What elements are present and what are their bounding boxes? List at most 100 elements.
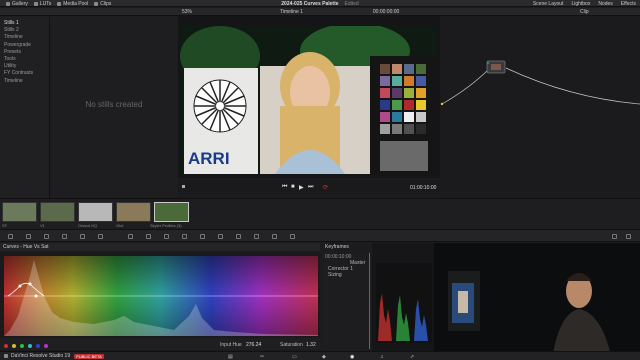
parade-scope-graph	[376, 263, 432, 343]
timeline-name[interactable]: Timeline 1	[280, 9, 303, 15]
skip-back-icon[interactable]: ⏮	[282, 184, 287, 191]
yellow-swatch[interactable]	[12, 344, 16, 348]
album-item[interactable]: Timeline	[4, 34, 45, 41]
media-page-icon[interactable]: ▤	[228, 354, 233, 360]
primaries-icon[interactable]	[44, 234, 49, 239]
deliver-page-icon[interactable]: ➚	[410, 354, 414, 360]
scopes-icon[interactable]	[626, 234, 631, 239]
clip-label: Gtxt	[116, 223, 124, 228]
tracker-icon[interactable]	[200, 234, 205, 239]
blue-swatch[interactable]	[36, 344, 40, 348]
node-editor	[440, 8, 640, 198]
curve-control-point[interactable]	[28, 282, 32, 286]
album-item[interactable]: FY Contrasts	[4, 70, 45, 77]
keyframe-row[interactable]: Sizing	[328, 272, 342, 278]
album-item[interactable]: Timeline	[4, 78, 45, 85]
gallery-panel: Stills 1 Stills 2 Timeline Powergrade Pr…	[0, 8, 178, 198]
picker-icon[interactable]	[182, 185, 185, 188]
skip-forward-icon[interactable]: ⏭	[308, 184, 313, 191]
fairlight-page-icon[interactable]: ♫	[380, 354, 384, 360]
clip-label: V1	[40, 223, 45, 228]
clip-label: SF	[2, 223, 8, 228]
magenta-swatch[interactable]	[44, 344, 48, 348]
clip-thumbnail[interactable]	[40, 202, 75, 222]
project-title-text: 2024-025 Curves Palette	[281, 1, 339, 7]
top-bar: Gallery LUTs Media Pool Clips 2024-025 C…	[0, 0, 640, 7]
album-item[interactable]: Presets	[4, 49, 45, 56]
keyframes-icon[interactable]	[612, 234, 617, 239]
saturation-label: Saturation	[280, 342, 303, 348]
zoom-level[interactable]: 53%	[182, 9, 192, 15]
album-item[interactable]: Stills 2	[4, 27, 45, 34]
qualifier-icon[interactable]	[164, 234, 169, 239]
clip-mode-label[interactable]: Clip	[580, 9, 589, 15]
curves-icon[interactable]	[128, 234, 133, 239]
magic-mask-icon[interactable]	[218, 234, 223, 239]
fusion-page-icon[interactable]: ◆	[322, 354, 326, 360]
cut-page-icon[interactable]: ✂	[260, 354, 264, 360]
video-frame: ARRI	[180, 26, 438, 174]
clip-thumbnail[interactable]	[78, 202, 113, 222]
album-item[interactable]: Tools	[4, 56, 45, 63]
green-swatch[interactable]	[20, 344, 24, 348]
clip-thumbnail[interactable]	[2, 202, 37, 222]
node-graph	[440, 60, 640, 106]
sizing-icon[interactable]	[272, 234, 277, 239]
playhead[interactable]	[369, 253, 370, 349]
album-item[interactable]: Utility	[4, 63, 45, 70]
no-stills-message: No stills created	[85, 100, 143, 109]
edited-status: Edited	[344, 1, 359, 7]
effects-button[interactable]: Effects	[621, 1, 636, 7]
app-name: DaVinci Resolve Studio 19	[11, 353, 71, 359]
clip-label: Skyler Profiles (3)	[150, 223, 182, 228]
stop-icon[interactable]: ■	[291, 184, 295, 190]
album-list: Stills 1 Stills 2 Timeline Powergrade Pr…	[0, 17, 50, 198]
input-hue-label: Input Hue	[220, 342, 242, 348]
arri-logo-text: ARRI	[188, 149, 230, 168]
album-item[interactable]: Powergrade	[4, 42, 45, 49]
color-page-icon[interactable]: ◉	[350, 354, 354, 360]
play-icon[interactable]: ▶	[299, 184, 304, 191]
nodes-button[interactable]: Nodes	[598, 1, 612, 7]
curves-header: Curves - Hue Vs Sat	[0, 243, 320, 251]
input-hue-value[interactable]: 276.24	[246, 342, 261, 348]
loop-icon[interactable]: ⟳	[323, 184, 328, 191]
viewer-timecode-top: 00:00:00:00	[372, 8, 400, 15]
3d-icon[interactable]	[290, 234, 295, 239]
window-icon[interactable]	[182, 234, 187, 239]
curves-title: Curves - Hue Vs Sat	[3, 244, 49, 250]
camera-raw-icon[interactable]	[8, 234, 13, 239]
key-icon[interactable]	[254, 234, 259, 239]
rgb-mixer-icon[interactable]	[80, 234, 85, 239]
album-item[interactable]: Stills 1	[4, 20, 45, 27]
lightbox-button[interactable]: Lightbox	[571, 1, 590, 7]
hdr-icon[interactable]	[62, 234, 67, 239]
parade-scope	[372, 243, 434, 353]
color-match-icon[interactable]	[26, 234, 31, 239]
curve-control-point[interactable]	[34, 294, 38, 298]
curve-control-point[interactable]	[18, 284, 22, 288]
keyframes-header: Keyframes	[322, 243, 372, 251]
hue-vs-sat-graph[interactable]	[4, 256, 318, 336]
scene-layout-button[interactable]: Scene Layout	[533, 1, 564, 7]
resolve-logo-icon	[4, 354, 8, 358]
bottom-bar: DaVinci Resolve Studio 19 PUBLIC BETA ▤ …	[0, 351, 640, 360]
viewer-header: 53% Timeline 1 00:00:00:00	[178, 8, 440, 16]
color-warper-icon[interactable]	[146, 234, 151, 239]
curves-footer: Input Hue 276.24 Saturation 1.32	[0, 338, 320, 350]
edit-page-icon[interactable]: ▭	[292, 354, 297, 360]
red-swatch[interactable]	[4, 344, 8, 348]
clip-thumbnails: SF V1 Orland HQ Gtxt Skyler Profiles (3)	[0, 198, 640, 230]
viewer-timecode: 01:00:10:00	[410, 185, 437, 191]
node-header: Clip	[440, 8, 640, 16]
blur-icon[interactable]	[236, 234, 241, 239]
presenter-camera	[434, 243, 640, 360]
clip-thumbnail[interactable]	[154, 202, 189, 222]
presenter-video	[434, 243, 640, 360]
motion-effects-icon[interactable]	[98, 234, 103, 239]
keyframes-title: Keyframes	[325, 244, 349, 250]
cyan-swatch[interactable]	[28, 344, 32, 348]
color-toolbar	[0, 230, 640, 242]
clip-thumbnail[interactable]	[116, 202, 151, 222]
saturation-value[interactable]: 1.32	[306, 342, 316, 348]
